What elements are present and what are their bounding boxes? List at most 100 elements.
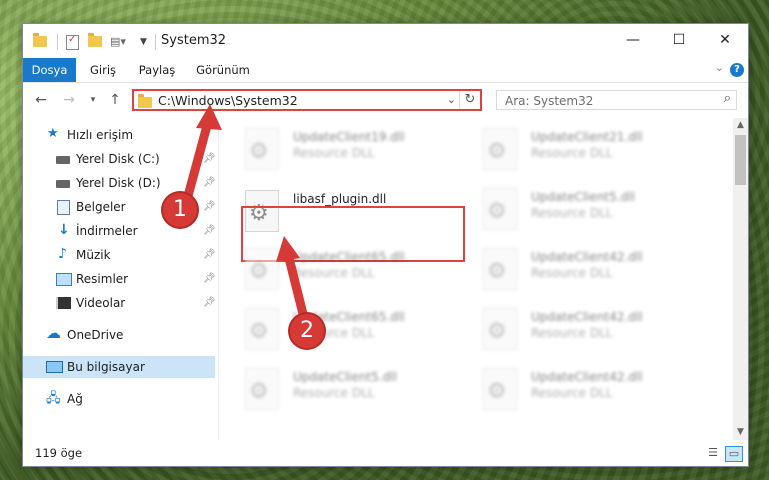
drive-icon: [56, 156, 70, 164]
sidebar-item-label: OneDrive: [67, 328, 124, 342]
sidebar-item-this-pc[interactable]: Bu bilgisayar: [23, 356, 215, 378]
step-2-callout: 2: [290, 314, 324, 348]
help-icon[interactable]: ?: [730, 63, 744, 77]
file-item[interactable]: ⚙ UpdateClient42.dll Resource DLL: [483, 304, 703, 354]
sidebar-item-label: Belgeler: [76, 200, 126, 214]
navigation-bar: ← → ▾ ↑ C:\Windows\System32 ⌄ ↻ ⌕: [23, 82, 748, 119]
sidebar-item-label: Yerel Disk (D:): [76, 176, 161, 190]
file-explorer-window: ▤▾ ▼ System32 — ☐ ✕ Dosya Giriş Paylaş G…: [22, 23, 749, 467]
expand-ribbon-icon[interactable]: ⌄: [715, 61, 724, 74]
pin-icon[interactable]: 📌︎: [203, 244, 216, 266]
videos-icon: [56, 297, 71, 309]
music-icon: ♪: [58, 246, 67, 262]
file-item[interactable]: ⚙ UpdateClient21.dll Resource DLL: [483, 124, 703, 174]
document-icon: [57, 200, 70, 215]
dll-file-icon: ⚙: [483, 188, 517, 230]
file-name: UpdateClient5.dll: [293, 370, 397, 384]
dll-file-icon: ⚙: [483, 248, 517, 290]
title-separator: [154, 34, 156, 50]
file-type: Resource DLL: [531, 326, 613, 340]
file-item[interactable]: ⚙ UpdateClient42.dll Resource DLL: [483, 244, 703, 294]
drive-icon: [56, 180, 70, 188]
pin-icon[interactable]: 📌︎: [203, 196, 216, 218]
sidebar-item-local-disk-c[interactable]: Yerel Disk (C:) 📌︎: [23, 148, 216, 170]
tab-home[interactable]: Giriş: [83, 58, 123, 82]
quick-access-toolbar: ▤▾ ▼: [33, 33, 164, 50]
navigation-pane: ★ Hızlı erişim Yerel Disk (C:) 📌︎ Yerel …: [23, 118, 216, 440]
scroll-thumb[interactable]: [735, 135, 746, 185]
file-type: Resource DLL: [531, 386, 613, 400]
pin-icon[interactable]: 📌︎: [203, 172, 216, 194]
file-name: UpdateClient65.dll: [293, 250, 405, 264]
step-1-callout: 1: [163, 193, 197, 227]
scroll-down-icon[interactable]: ▼: [733, 425, 748, 440]
toolbar-separator: [57, 34, 58, 50]
file-name: UpdateClient21.dll: [531, 130, 643, 144]
maximize-button[interactable]: ☐: [656, 24, 702, 56]
search-icon[interactable]: ⌕: [724, 91, 731, 106]
tab-file[interactable]: Dosya: [23, 58, 76, 82]
file-type: Resource DLL: [531, 266, 613, 280]
file-item[interactable]: ⚙ UpdateClient5.dll Resource DLL: [245, 364, 465, 414]
sidebar-item-videos[interactable]: Videolar 📌︎: [23, 292, 216, 314]
properties-icon[interactable]: [66, 34, 80, 50]
scroll-up-icon[interactable]: ▲: [733, 118, 748, 133]
sidebar-item-network[interactable]: 🖧︎ Ağ: [23, 388, 215, 410]
ribbon-tabs: Dosya Giriş Paylaş Görünüm ⌄ ?: [23, 58, 748, 82]
up-button[interactable]: ↑: [105, 90, 125, 110]
search-input[interactable]: [503, 92, 707, 110]
address-path[interactable]: C:\Windows\System32: [158, 93, 298, 108]
file-list: ⚙ UpdateClient19.dll Resource DLL ⚙ Upda…: [219, 118, 733, 440]
forward-button[interactable]: →: [59, 90, 79, 110]
pin-icon[interactable]: 📌︎: [203, 148, 216, 170]
vertical-scrollbar[interactable]: ▲ ▼: [733, 118, 748, 440]
sidebar-item-label: Ağ: [67, 392, 83, 406]
close-button[interactable]: ✕: [702, 24, 748, 56]
file-type: Resource DLL: [293, 386, 375, 400]
file-item[interactable]: ⚙ UpdateClient65.dll Resource DLL: [245, 304, 465, 354]
dll-file-icon: ⚙: [483, 308, 517, 350]
sidebar-item-pictures[interactable]: Resimler 📌︎: [23, 268, 216, 290]
pin-icon[interactable]: 📌︎: [203, 220, 216, 242]
sidebar-item-quick-access[interactable]: ★ Hızlı erişim: [23, 124, 215, 146]
recent-locations-chevron-icon[interactable]: ▾: [83, 90, 103, 110]
address-bar[interactable]: C:\Windows\System32 ⌄ ↻: [132, 89, 482, 111]
dll-file-icon: ⚙: [245, 308, 279, 350]
computer-icon: [46, 361, 63, 373]
search-box[interactable]: ⌕: [496, 90, 737, 110]
dll-file-icon: ⚙: [483, 128, 517, 170]
tab-view[interactable]: Görünüm: [193, 58, 253, 82]
star-icon: ★: [47, 126, 59, 141]
file-type: Resource DLL: [293, 146, 375, 160]
sidebar-item-label: İndirmeler: [76, 224, 138, 238]
sidebar-item-music[interactable]: ♪ Müzik 📌︎: [23, 244, 216, 266]
file-type: Resource DLL: [531, 206, 613, 220]
tab-share[interactable]: Paylaş: [132, 58, 182, 82]
pin-icon[interactable]: 📌︎: [203, 268, 216, 290]
refresh-icon[interactable]: ↻: [459, 91, 480, 109]
file-name: UpdateClient42.dll: [531, 370, 643, 384]
details-view-icon[interactable]: ☰: [705, 446, 721, 460]
address-dropdown-chevron-icon[interactable]: ⌄: [447, 93, 456, 106]
file-item[interactable]: ⚙ UpdateClient5.dll Resource DLL: [483, 184, 703, 234]
customize-toolbar-chevron-icon[interactable]: ▼: [140, 37, 147, 47]
back-button[interactable]: ←: [31, 90, 51, 110]
sidebar-item-onedrive[interactable]: ☁ OneDrive: [23, 324, 215, 346]
large-icons-view-icon[interactable]: ▭: [725, 446, 743, 462]
dll-file-icon: ⚙: [245, 248, 279, 290]
file-item[interactable]: ⚙ UpdateClient65.dll Resource DLL: [245, 244, 465, 294]
sidebar-item-label: Müzik: [76, 248, 111, 262]
new-folder-icon[interactable]: [88, 33, 102, 49]
minimize-button[interactable]: —: [610, 24, 656, 56]
pin-icon[interactable]: 📌︎: [203, 292, 216, 314]
file-item[interactable]: ⚙ UpdateClient19.dll Resource DLL: [245, 124, 465, 174]
file-name: UpdateClient42.dll: [531, 250, 643, 264]
file-item[interactable]: ⚙ UpdateClient42.dll Resource DLL: [483, 364, 703, 414]
file-name: UpdateClient19.dll: [293, 130, 405, 144]
item-count: 119 öge: [35, 446, 83, 460]
pictures-icon: [56, 273, 72, 286]
file-name: UpdateClient42.dll: [531, 310, 643, 324]
sidebar-item-local-disk-d[interactable]: Yerel Disk (D:) 📌︎: [23, 172, 216, 194]
sidebar-item-label: Bu bilgisayar: [67, 360, 145, 374]
view-options-icon[interactable]: ▤▾: [110, 35, 130, 49]
